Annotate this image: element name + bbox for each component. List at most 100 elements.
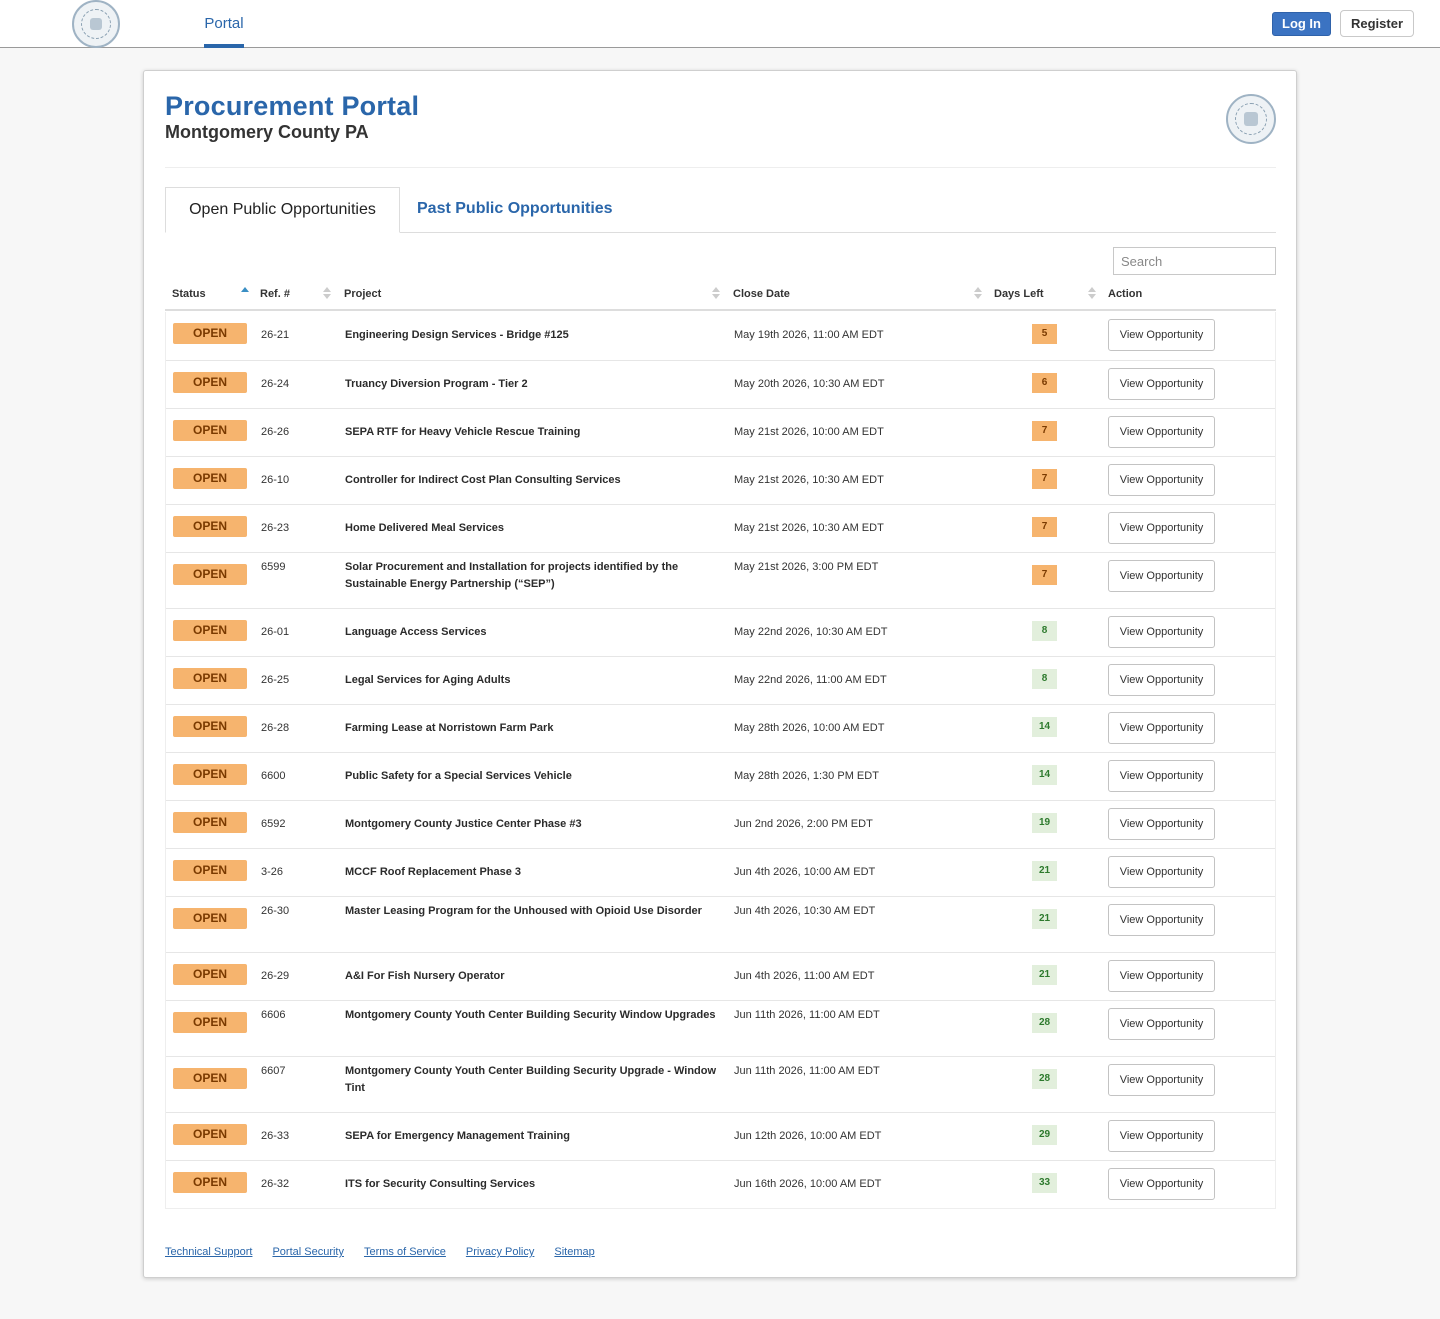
sort-ascending-icon[interactable] — [241, 287, 249, 301]
tab-past-opportunities[interactable]: Past Public Opportunities — [400, 187, 630, 232]
status-badge: OPEN — [173, 468, 247, 489]
view-opportunity-button[interactable]: View Opportunity — [1108, 464, 1215, 496]
project-name: ITS for Security Consulting Services — [345, 1178, 536, 1190]
column-header-ref[interactable]: Ref. # — [260, 279, 290, 309]
footer-link[interactable]: Portal Security — [272, 1246, 344, 1258]
ref-number: 6606 — [261, 1009, 286, 1021]
table-row: OPEN 26-29 A&I For Fish Nursery Operator Ju… — [166, 952, 1275, 1000]
view-opportunity-button[interactable]: View Opportunity — [1108, 960, 1215, 992]
status-badge: OPEN — [173, 668, 247, 689]
days-left-badge: 7 — [1032, 469, 1057, 489]
view-opportunity-button[interactable]: View Opportunity — [1108, 368, 1215, 400]
project-name: Home Delivered Meal Services — [345, 522, 504, 534]
sort-icon[interactable] — [974, 287, 982, 301]
seal-core — [89, 17, 103, 31]
status-badge: OPEN — [173, 964, 247, 985]
close-date: Jun 4th 2026, 10:30 AM EDT — [734, 905, 876, 917]
ref-number: 26-30 — [261, 905, 290, 917]
project-name: Legal Services for Aging Adults — [345, 674, 511, 686]
page-subtitle: Montgomery County PA — [165, 122, 369, 142]
days-left-badge: 28 — [1032, 1013, 1057, 1033]
view-opportunity-button[interactable]: View Opportunity — [1108, 512, 1215, 544]
days-left-badge: 6 — [1032, 373, 1057, 393]
days-left-badge: 7 — [1032, 565, 1057, 585]
login-button[interactable]: Log In — [1272, 12, 1331, 36]
ref-number: 26-33 — [261, 1130, 290, 1142]
table-row: OPEN 6606 Montgomery County Youth Center B… — [166, 1000, 1275, 1056]
days-left-badge: 14 — [1032, 717, 1057, 737]
status-badge: OPEN — [173, 420, 247, 441]
status-badge: OPEN — [173, 372, 247, 393]
ref-number: 26-28 — [261, 722, 290, 734]
close-date: Jun 4th 2026, 10:00 AM EDT — [734, 866, 876, 878]
seal-ring — [1234, 102, 1268, 136]
view-opportunity-button[interactable]: View Opportunity — [1108, 712, 1215, 744]
status-badge: OPEN — [173, 812, 247, 833]
sort-icon[interactable] — [323, 287, 331, 301]
table-row: OPEN 6599 Solar Procurement and Installati… — [166, 552, 1275, 608]
close-date: Jun 11th 2026, 11:00 AM EDT — [734, 1009, 880, 1021]
project-name: Controller for Indirect Cost Plan Consul… — [345, 474, 621, 486]
column-header-days-left[interactable]: Days Left — [994, 279, 1044, 309]
footer-link[interactable]: Terms of Service — [364, 1246, 446, 1258]
footer-link[interactable]: Sitemap — [554, 1246, 594, 1258]
table-row: OPEN 26-28 Farming Lease at Norristown Far… — [166, 704, 1275, 752]
status-badge: OPEN — [173, 516, 247, 537]
column-header-status[interactable]: Status — [172, 279, 206, 309]
view-opportunity-button[interactable]: View Opportunity — [1108, 1120, 1215, 1152]
close-date: May 21st 2026, 10:00 AM EDT — [734, 426, 884, 438]
view-opportunity-button[interactable]: View Opportunity — [1108, 319, 1215, 351]
status-badge: OPEN — [173, 1012, 247, 1033]
days-left-badge: 28 — [1032, 1069, 1057, 1089]
tab-open-opportunities[interactable]: Open Public Opportunities — [165, 187, 400, 233]
days-left-badge: 8 — [1032, 621, 1057, 641]
table-row: OPEN 26-32 ITS for Security Consulting Ser… — [166, 1160, 1275, 1208]
view-opportunity-button[interactable]: View Opportunity — [1108, 560, 1215, 592]
view-opportunity-button[interactable]: View Opportunity — [1108, 1168, 1215, 1200]
footer-link[interactable]: Technical Support — [165, 1246, 252, 1258]
nav-tab-portal[interactable]: Portal — [204, 0, 244, 48]
column-header-close-date[interactable]: Close Date — [733, 279, 790, 309]
table-row: OPEN 26-26 SEPA RTF for Heavy Vehicle Resc… — [166, 408, 1275, 456]
footer-link[interactable]: Privacy Policy — [466, 1246, 534, 1258]
table-row: OPEN 3-26 MCCF Roof Replacement Phase 3 Jun… — [166, 848, 1275, 896]
sort-icon[interactable] — [1088, 287, 1096, 301]
status-badge: OPEN — [173, 1068, 247, 1089]
status-badge: OPEN — [173, 764, 247, 785]
project-name: Solar Procurement and Installation for p… — [345, 561, 679, 590]
search-input[interactable] — [1113, 247, 1276, 275]
sort-icon[interactable] — [712, 287, 720, 301]
footer-links: Technical Support Portal Security Terms of… — [165, 1246, 615, 1258]
table-row: OPEN 26-33 SEPA for Emergency Management T… — [166, 1112, 1275, 1160]
seal-core — [1244, 112, 1258, 126]
days-left-badge: 8 — [1032, 669, 1057, 689]
close-date: Jun 12th 2026, 10:00 AM EDT — [734, 1130, 882, 1142]
view-opportunity-button[interactable]: View Opportunity — [1108, 808, 1215, 840]
close-date: May 19th 2026, 11:00 AM EDT — [734, 329, 884, 341]
close-date: May 22nd 2026, 11:00 AM EDT — [734, 674, 887, 686]
view-opportunity-button[interactable]: View Opportunity — [1108, 904, 1215, 936]
days-left-badge: 19 — [1032, 813, 1057, 833]
ref-number: 26-29 — [261, 970, 290, 982]
page-title: Procurement Portal — [165, 91, 420, 121]
view-opportunity-button[interactable]: View Opportunity — [1108, 760, 1215, 792]
column-header-project[interactable]: Project — [344, 279, 381, 309]
close-date: May 21st 2026, 10:30 AM EDT — [734, 474, 884, 486]
project-name: Montgomery County Youth Center Building … — [345, 1009, 716, 1021]
status-badge: OPEN — [173, 716, 247, 737]
ref-number: 26-01 — [261, 626, 290, 638]
register-button[interactable]: Register — [1340, 10, 1414, 37]
ref-number: 26-26 — [261, 426, 290, 438]
view-opportunity-button[interactable]: View Opportunity — [1108, 664, 1215, 696]
view-opportunity-button[interactable]: View Opportunity — [1108, 856, 1215, 888]
project-name: Truancy Diversion Program - Tier 2 — [345, 378, 528, 390]
view-opportunity-button[interactable]: View Opportunity — [1108, 1008, 1215, 1040]
close-date: May 22nd 2026, 10:30 AM EDT — [734, 626, 888, 638]
view-opportunity-button[interactable]: View Opportunity — [1108, 616, 1215, 648]
county-seal-logo[interactable] — [72, 0, 120, 48]
project-name: Montgomery County Youth Center Building … — [345, 1065, 717, 1094]
ref-number: 26-32 — [261, 1178, 290, 1190]
view-opportunity-button[interactable]: View Opportunity — [1108, 416, 1215, 448]
view-opportunity-button[interactable]: View Opportunity — [1108, 1064, 1215, 1096]
days-left-badge: 21 — [1032, 861, 1057, 881]
